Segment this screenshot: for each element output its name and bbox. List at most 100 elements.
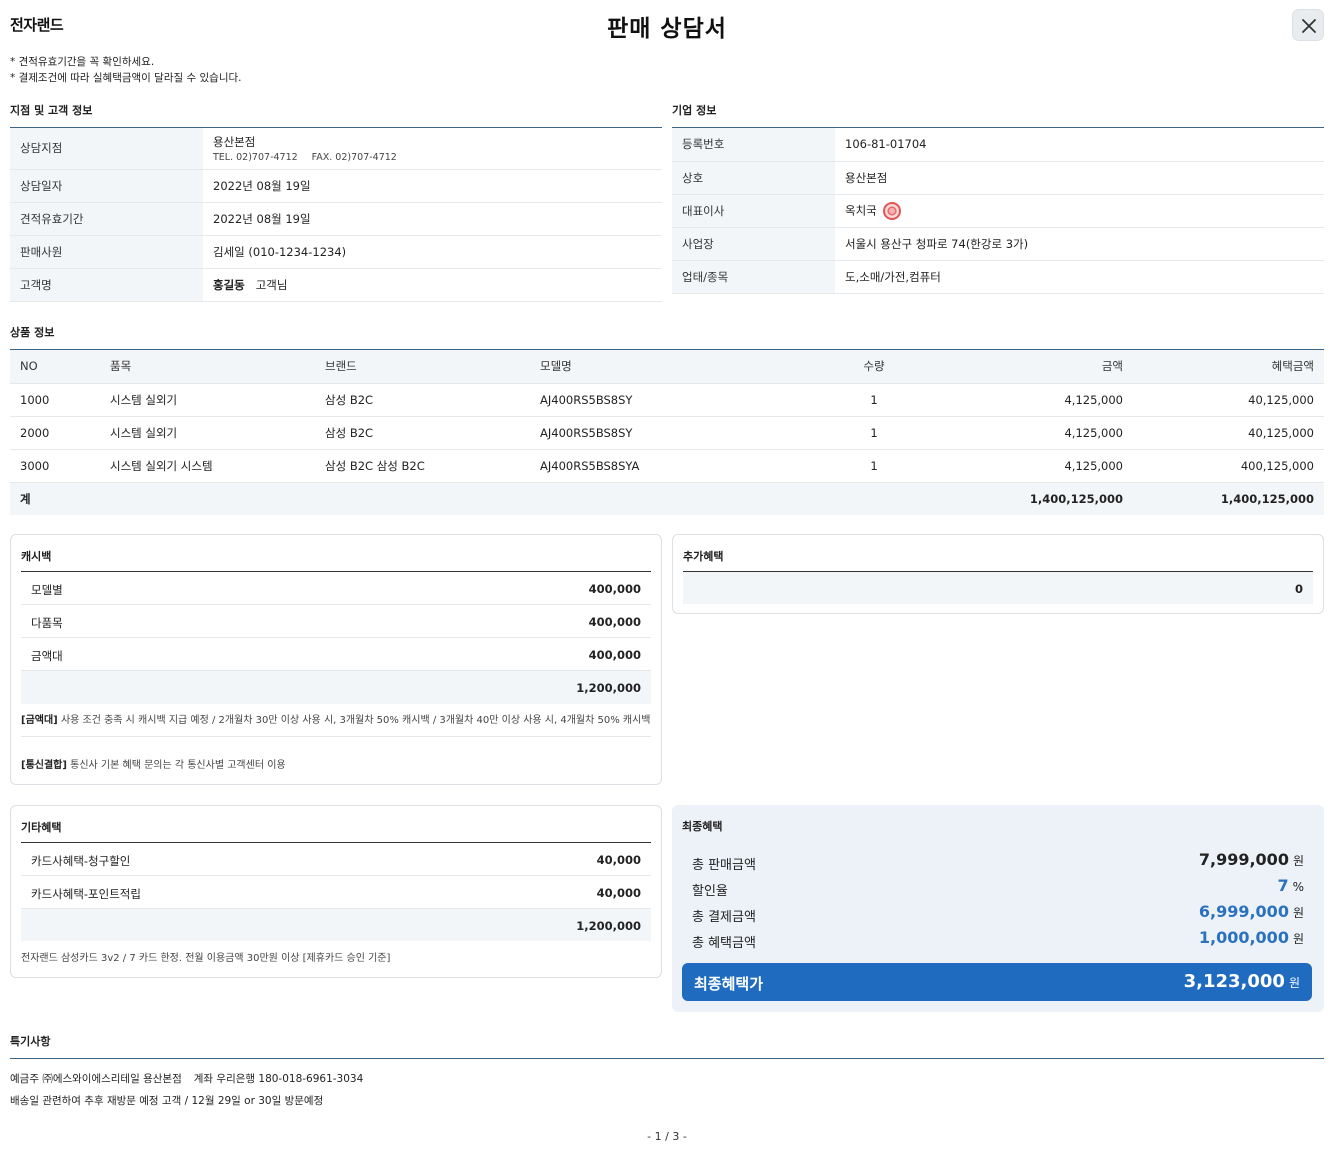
store-name: 용산본점 — [213, 134, 256, 149]
row-label: 모델별 — [31, 583, 63, 597]
product-table: NO 품목 브랜드 모델명 수량 금액 혜택금액 1000 시스템 실외기 삼성… — [10, 350, 1324, 515]
table-row: 3000 시스템 실외기 시스템 삼성 B2C 삼성 B2C AJ400RS5B… — [10, 449, 1324, 483]
business-value: 도,소매/가전,컴퓨터 — [835, 260, 1324, 294]
product-table-header: NO 품목 브랜드 모델명 수량 금액 혜택금액 — [10, 350, 1324, 384]
notice-line: * 결제조건에 따라 실혜택금액이 달라질 수 있습니다. — [10, 72, 242, 84]
seller-label: 판매사원 — [10, 235, 203, 269]
total-benefit-label: 총 혜택금액 — [692, 936, 756, 951]
cell-model: AJ400RS5BS8SY — [530, 383, 830, 417]
extra-total-row: 0 — [683, 572, 1313, 604]
row-label: 카드사혜택-청구할인 — [31, 854, 131, 868]
col-header: 브랜드 — [315, 350, 530, 384]
reg-value: 106-81-01704 — [835, 128, 1324, 162]
page-indicator: - 1 / 3 - — [647, 1130, 687, 1143]
notice-line: * 견적유효기간을 꼭 확인하세요. — [10, 56, 155, 68]
note-tag: [금액대] — [21, 715, 58, 726]
cell-benefit: 40,125,000 — [1133, 416, 1324, 450]
cell-item: 시스템 실외기 — [100, 416, 315, 450]
cell-amount: 4,125,000 — [918, 449, 1133, 483]
other-row: 카드사혜택-청구할인 40,000 — [21, 843, 651, 876]
total-benefit-value: 1,000,000 — [1198, 928, 1289, 947]
product-section-title: 상품 정보 — [10, 326, 55, 339]
cell-no: 1000 — [10, 383, 100, 417]
remarks-section-title: 특기사항 — [10, 1035, 51, 1048]
col-header: 품목 — [100, 350, 315, 384]
won-unit: 원 — [1292, 854, 1304, 868]
extra-value: 0 — [1294, 582, 1303, 596]
company-seal-stamp — [882, 201, 901, 220]
section-divider — [10, 1058, 1324, 1059]
document-title: 판매 상담서 — [607, 16, 727, 42]
date-value: 2022년 08월 19일 — [203, 169, 662, 203]
total-payment-line: 총 결제금액 6,999,000 원 — [692, 901, 1304, 927]
won-unit: 원 — [1288, 976, 1300, 990]
row-value: 40,000 — [596, 886, 641, 900]
total-payment-label: 총 결제금액 — [692, 910, 756, 925]
ceo-label: 대표이사 — [672, 194, 835, 228]
row-value: 400,000 — [588, 582, 641, 596]
discount-rate-line: 할인율 7% — [692, 875, 1304, 901]
valid-value: 2022년 08월 19일 — [203, 202, 662, 236]
cashback-row: 다품목 400,000 — [21, 605, 651, 638]
extra-benefit-card: 추가혜택 0 — [672, 534, 1324, 614]
note-text: 통신사 기본 혜택 문의는 각 통신사별 고객센터 이용 — [70, 760, 286, 771]
branch-section-title: 지점 및 고객 정보 — [10, 104, 93, 117]
remarks-body: 예금주 ㈜에스와이에스리테일 용산본점 계좌 우리은행 180-018-6961-… — [10, 1068, 363, 1112]
company-info-table: 등록번호 106-81-01704 상호 용산본점 대표이사 옥치국 사업장 서… — [672, 128, 1324, 294]
row-value: 400,000 — [588, 648, 641, 662]
cell-benefit: 400,125,000 — [1133, 449, 1324, 483]
row-label: 다품목 — [31, 616, 63, 630]
extra-title: 추가혜택 — [683, 550, 724, 563]
close-icon — [1302, 19, 1316, 33]
cell-amount: 4,125,000 — [918, 416, 1133, 450]
total-sale-value: 7,999,000 — [1198, 850, 1289, 869]
final-benefit-panel: 최종혜택 총 판매금액 7,999,000 원 할인율 7% 총 결제금액 6,9… — [672, 805, 1324, 1012]
cashback-card: 캐시백 모델별 400,000 다품목 400,000 금액대 400,000 … — [10, 534, 662, 785]
valid-label: 견적유효기간 — [10, 202, 203, 236]
total-sale-label: 총 판매금액 — [692, 858, 756, 873]
cashback-total: 1,200,000 — [576, 681, 641, 695]
table-total-row: 계 1,400,125,000 1,400,125,000 — [10, 482, 1324, 515]
store-tel: TEL. 02)707-4712 — [213, 151, 298, 163]
percent-unit: % — [1292, 880, 1304, 894]
cell-amount: 4,125,000 — [918, 383, 1133, 417]
discount-rate-value: 7 — [1277, 876, 1289, 895]
final-price-value: 3,123,000 — [1183, 971, 1285, 992]
cell-no: 3000 — [10, 449, 100, 483]
other-row: 카드사혜택-포인트적립 40,000 — [21, 876, 651, 909]
cell-brand: 삼성 B2C — [315, 416, 530, 450]
won-unit: 원 — [1292, 906, 1304, 920]
customer-suffix: 고객님 — [255, 277, 288, 292]
total-benefit: 1,400,125,000 — [1133, 482, 1324, 515]
cell-qty: 1 — [830, 383, 918, 417]
note-tag: [통신결합] — [21, 760, 67, 771]
account-holder: 예금주 ㈜에스와이에스리테일 용산본점 — [10, 1073, 182, 1085]
customer-label: 고객명 — [10, 268, 203, 302]
cell-no: 2000 — [10, 416, 100, 450]
branch-info-table: 상담지점 용산본점 TEL. 02)707-4712 FAX. 02)707-47… — [10, 128, 662, 302]
row-value: 400,000 — [588, 615, 641, 629]
total-benefit-line: 총 혜택금액 1,000,000 원 — [692, 927, 1304, 953]
cell-item: 시스템 실외기 시스템 — [100, 449, 315, 483]
note-text: 사용 조건 충족 시 캐시백 지급 예정 / 2개월차 30만 이상 사용 시,… — [60, 715, 651, 726]
other-title: 기타혜택 — [21, 821, 62, 834]
bank-account: 계좌 우리은행 180-018-6961-3034 — [193, 1073, 364, 1085]
notice-list: * 견적유효기간을 꼭 확인하세요. * 결제조건에 따라 실혜택금액이 달라질… — [10, 54, 241, 86]
customer-name: 홍길동 — [213, 277, 245, 292]
col-header: 금액 — [918, 350, 1133, 384]
delivery-note: 배송일 관련하여 추후 재방문 예정 고객 / 12월 29일 or 30일 방… — [10, 1095, 324, 1107]
total-amount: 1,400,125,000 — [918, 482, 1133, 515]
close-button[interactable] — [1292, 9, 1324, 41]
other-total: 1,200,000 — [576, 919, 641, 933]
cashback-row: 모델별 400,000 — [21, 572, 651, 605]
cell-brand: 삼성 B2C 삼성 B2C — [315, 449, 530, 483]
col-header: 수량 — [830, 350, 918, 384]
store-label: 상담지점 — [10, 128, 203, 170]
total-label: 계 — [10, 482, 100, 515]
business-label: 업태/종목 — [672, 260, 835, 294]
row-value: 40,000 — [596, 853, 641, 867]
reg-label: 등록번호 — [672, 128, 835, 162]
company-name-label: 상호 — [672, 161, 835, 195]
other-total-row: 1,200,000 — [21, 909, 651, 941]
final-title: 최종혜택 — [682, 820, 723, 833]
